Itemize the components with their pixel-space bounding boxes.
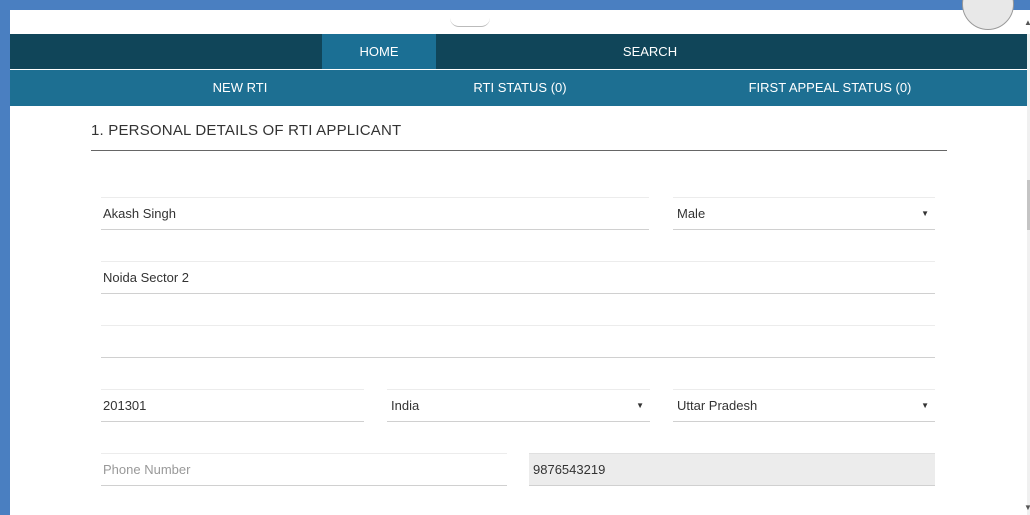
nav-first-appeal-status[interactable]: FIRST APPEAL STATUS (0) — [700, 70, 960, 106]
country-value: India — [391, 398, 420, 413]
state-value: Uttar Pradesh — [677, 398, 758, 413]
secondary-nav: NEW RTI RTI STATUS (0) FIRST APPEAL STAT… — [10, 70, 1027, 106]
chevron-down-icon: ▼ — [921, 401, 929, 410]
name-field[interactable] — [101, 197, 649, 230]
mobile-field — [529, 453, 935, 486]
scroll-down-icon[interactable]: ▼ — [1024, 503, 1030, 512]
chevron-down-icon: ▼ — [636, 401, 644, 410]
primary-nav: HOME SEARCH — [10, 34, 1027, 69]
country-select[interactable]: India ▼ — [387, 389, 650, 422]
gender-select[interactable]: Male ▼ — [673, 197, 935, 230]
nav-new-rti[interactable]: NEW RTI — [150, 70, 330, 106]
nav-rti-status[interactable]: RTI STATUS (0) — [430, 70, 610, 106]
address-line1-field[interactable] — [101, 261, 935, 294]
section-title: 1. PERSONAL DETAILS OF RTI APPLICANT — [91, 122, 402, 139]
nav-home[interactable]: HOME — [322, 34, 436, 69]
address-line2-field[interactable] — [101, 325, 935, 358]
gender-value: Male — [677, 206, 706, 221]
logo-fragment — [450, 18, 490, 27]
window-frame-left — [0, 0, 10, 515]
phone-field[interactable] — [101, 453, 507, 486]
state-select[interactable]: Uttar Pradesh ▼ — [673, 389, 935, 422]
pincode-field[interactable] — [101, 389, 364, 422]
chevron-down-icon: ▼ — [921, 209, 929, 218]
section-divider — [91, 150, 947, 151]
header-strip — [10, 10, 1030, 34]
window-frame-top — [0, 0, 1030, 10]
scroll-up-icon[interactable]: ▲ — [1024, 18, 1030, 27]
nav-search[interactable]: SEARCH — [570, 34, 730, 69]
